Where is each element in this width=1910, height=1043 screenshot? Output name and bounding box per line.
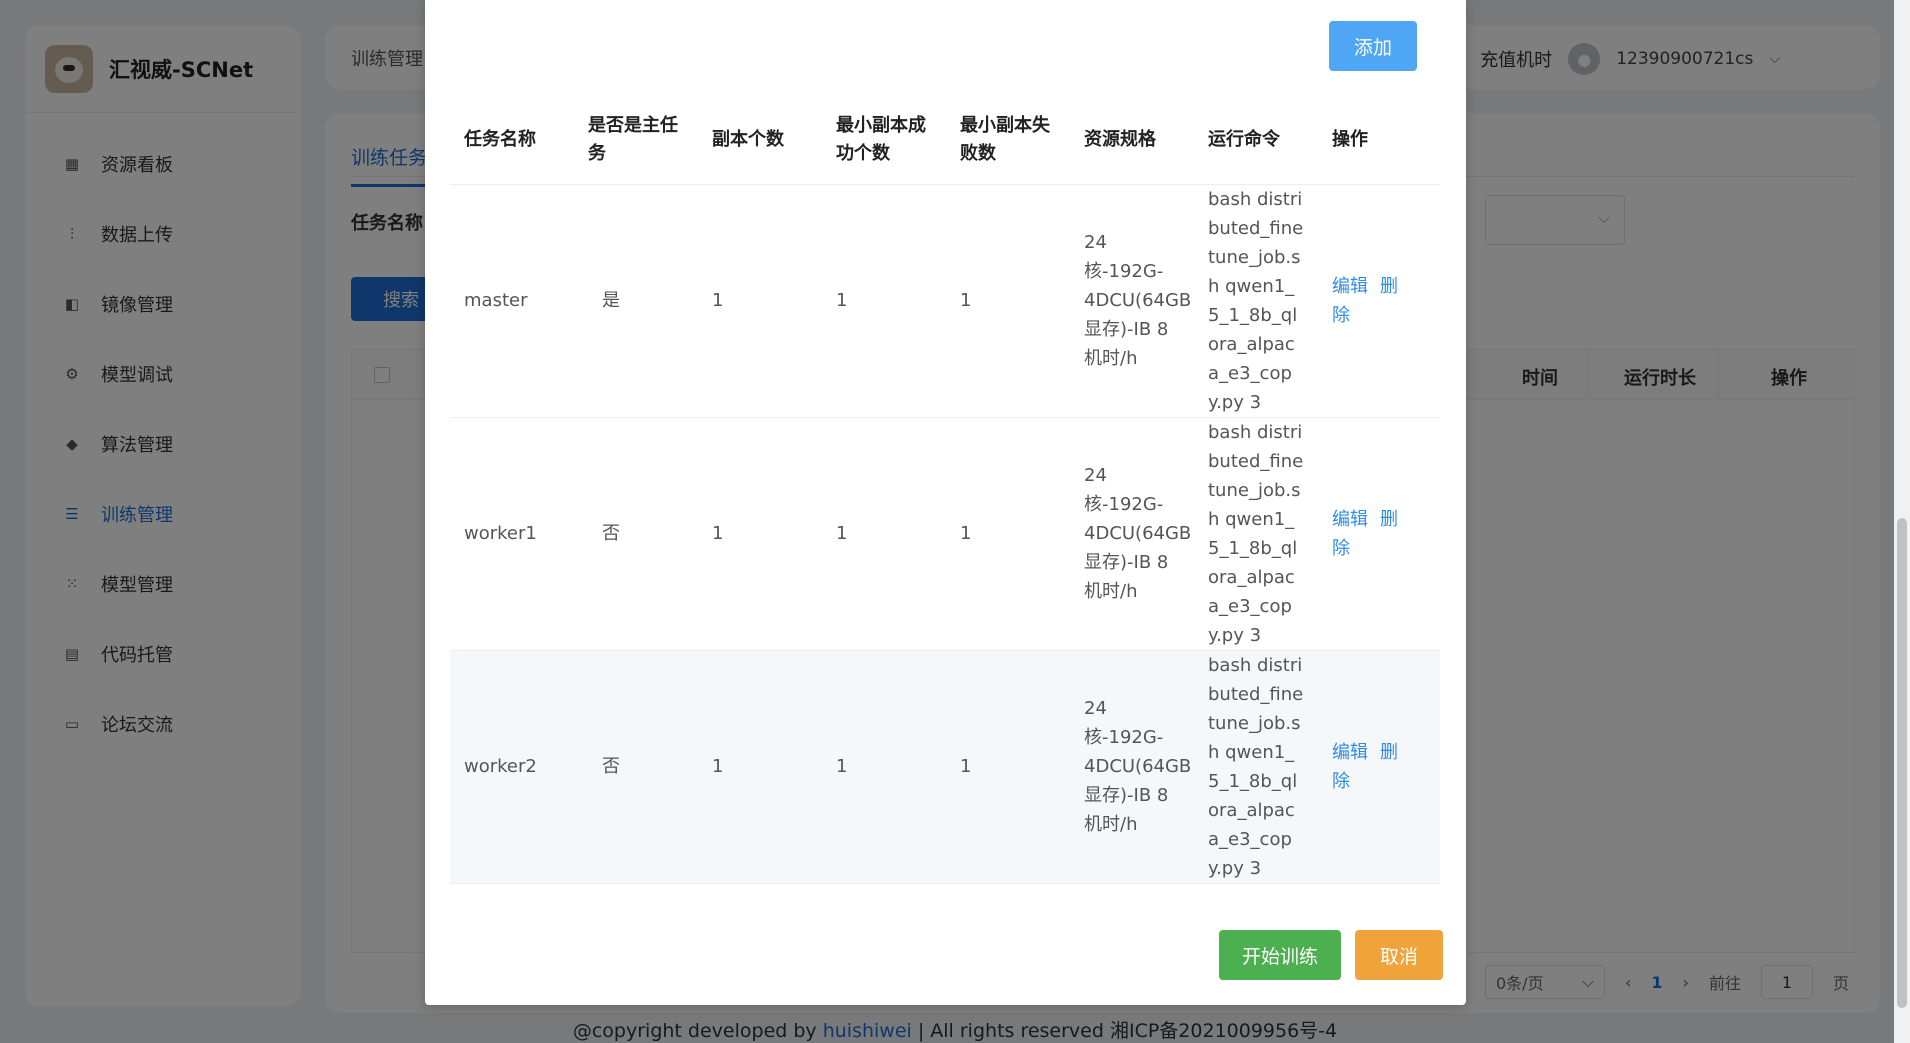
cell-command: bash distributed_finetune_job.sh qwen1_5…: [1194, 184, 1318, 418]
cell-is-main: 否: [574, 650, 698, 884]
edit-link[interactable]: 编辑: [1332, 276, 1368, 297]
cell-command: bash distributed_finetune_job.sh qwen1_5…: [1194, 417, 1318, 651]
scrollbar-thumb[interactable]: [1897, 518, 1907, 1008]
table-row: master 是 1 1 1 24核-192G-4DCU(64GB显存)-IB …: [450, 184, 1440, 418]
header-is-main: 是否是主任务: [574, 96, 698, 185]
task-config-dialog: 添加 任务名称 是否是主任务 副本个数 最小副本成功个数 最小副本失败数 资源规…: [425, 0, 1466, 1005]
cell-min-success: 1: [822, 184, 946, 418]
cell-min-fail: 1: [946, 650, 1070, 884]
subtask-table: 任务名称 是否是主任务 副本个数 最小副本成功个数 最小副本失败数 资源规格 运…: [450, 96, 1440, 884]
page-scrollbar[interactable]: [1894, 0, 1910, 1043]
cell-task-name: master: [450, 184, 574, 418]
cell-replicas: 1: [698, 184, 822, 418]
cell-task-name: worker2: [450, 650, 574, 884]
cell-command: bash distributed_finetune_job.sh qwen1_5…: [1194, 650, 1318, 884]
header-min-success: 最小副本成功个数: [822, 96, 946, 185]
table-row: worker1 否 1 1 1 24核-192G-4DCU(64GB显存)-IB…: [450, 417, 1440, 651]
start-training-button[interactable]: 开始训练: [1219, 930, 1341, 980]
cell-resource-spec: 24核-192G-4DCU(64GB显存)-IB 8机时/h: [1070, 650, 1194, 884]
table-header-row: 任务名称 是否是主任务 副本个数 最小副本成功个数 最小副本失败数 资源规格 运…: [450, 96, 1440, 185]
cell-is-main: 是: [574, 184, 698, 418]
cell-min-success: 1: [822, 417, 946, 651]
header-task-name: 任务名称: [450, 96, 574, 185]
header-actions: 操作: [1318, 96, 1440, 185]
cell-actions: 编辑 删除: [1318, 184, 1440, 418]
cell-task-name: worker1: [450, 417, 574, 651]
edit-link[interactable]: 编辑: [1332, 742, 1368, 763]
cell-min-fail: 1: [946, 184, 1070, 418]
header-replicas: 副本个数: [698, 96, 822, 185]
cell-actions: 编辑 删除: [1318, 417, 1440, 651]
cell-min-fail: 1: [946, 417, 1070, 651]
add-task-button[interactable]: 添加: [1329, 21, 1417, 71]
cell-resource-spec: 24核-192G-4DCU(64GB显存)-IB 8机时/h: [1070, 184, 1194, 418]
cell-resource-spec: 24核-192G-4DCU(64GB显存)-IB 8机时/h: [1070, 417, 1194, 651]
cell-replicas: 1: [698, 417, 822, 651]
cell-is-main: 否: [574, 417, 698, 651]
cell-replicas: 1: [698, 650, 822, 884]
cell-min-success: 1: [822, 650, 946, 884]
cell-actions: 编辑 删除: [1318, 650, 1440, 884]
table-row: worker2 否 1 1 1 24核-192G-4DCU(64GB显存)-IB…: [450, 650, 1440, 884]
header-resource-spec: 资源规格: [1070, 96, 1194, 185]
header-command: 运行命令: [1194, 96, 1318, 185]
cancel-button[interactable]: 取消: [1355, 930, 1443, 980]
header-min-fail: 最小副本失败数: [946, 96, 1070, 185]
edit-link[interactable]: 编辑: [1332, 509, 1368, 530]
